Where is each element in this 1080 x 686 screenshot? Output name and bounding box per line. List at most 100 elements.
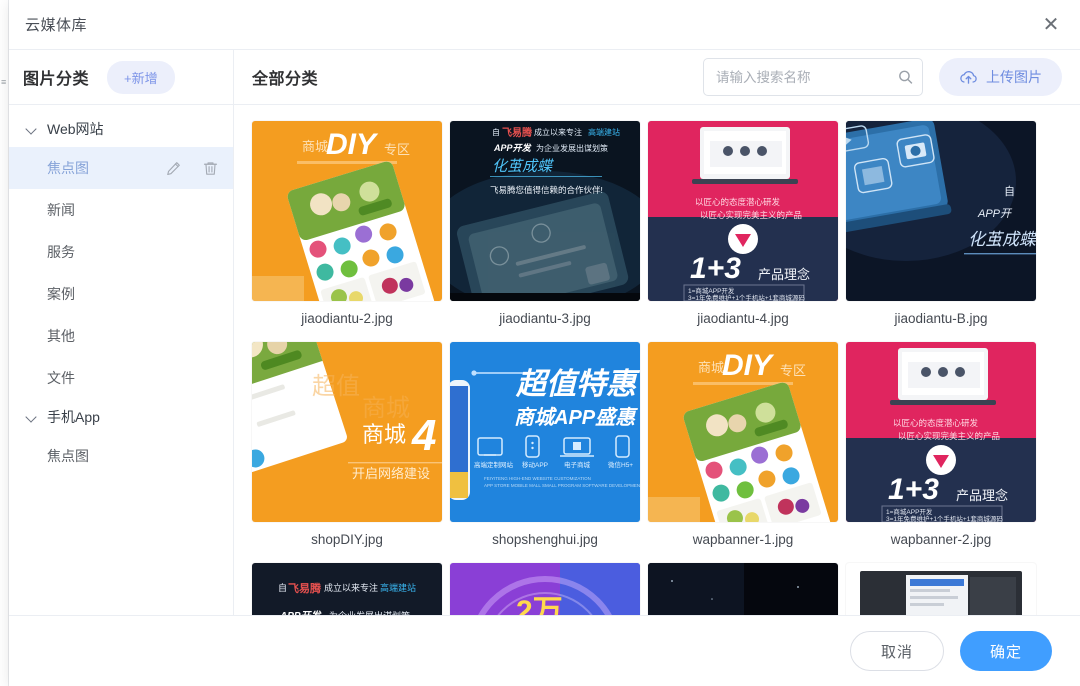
svg-text:以匠心的态度潜心研发: 以匠心的态度潜心研发 (893, 418, 979, 428)
svg-text:专区: 专区 (384, 142, 410, 157)
image-grid-item[interactable]: 2万拥有自己想要的定制化商城APP(安卓+IOS) (450, 563, 640, 615)
svg-text:自: 自 (1004, 185, 1015, 198)
image-grid-item[interactable]: 飞易腾HIGH END WEBSITE CUSTOMIZATION飞易腾 (648, 563, 838, 615)
sidebar-item-0-0[interactable]: 焦点图 (9, 147, 233, 189)
sidebar-item-0-2[interactable]: 服务 (9, 231, 233, 273)
svg-text:专区: 专区 (780, 363, 806, 378)
sidebar-item-label: 案例 (47, 286, 75, 302)
image-thumbnail[interactable]: 以匠心的态度潜心研发 以匠心实现完美主义的产品 1+3 产品理念 1=商城APP开发 3=… (846, 342, 1036, 522)
image-grid-item[interactable]: 商城 DIY 专区 jiaodiantu-2.jpg (252, 121, 442, 338)
sidebar-item-label: 焦点图 (47, 448, 89, 464)
image-filename: wapbanner-2.jpg (890, 532, 992, 547)
image-filename: shopDIY.jpg (311, 532, 383, 547)
svg-text:高端定制网站: 高端定制网站 (474, 460, 514, 469)
svg-text:商城APP盛惠: 商城APP盛惠 (514, 406, 638, 429)
svg-text:APP开发: APP开发 (279, 610, 323, 615)
svg-text:，为企业发展出谋划策: ，为企业发展出谋划策 (528, 143, 608, 153)
image-grid-item[interactable]: 自 APP开 化茧成蝶 jiaodiantu-B.jpg (846, 121, 1036, 338)
svg-text:成立以来专注: 成立以来专注 (324, 582, 378, 593)
image-thumbnail[interactable]: 以匠心的态度潜心研发 以匠心实现完美主义的产品 1+3 产品理念 1=商城APP开发 3=… (648, 121, 838, 301)
svg-text:1+3: 1+3 (888, 473, 939, 506)
svg-text:商城: 商城 (698, 360, 724, 375)
trash-delete-icon[interactable] (202, 160, 219, 177)
confirm-button[interactable]: 确定 (959, 631, 1052, 671)
backdrop-left-sliver: ≡ (0, 0, 9, 686)
svg-text:商城: 商城 (362, 395, 410, 422)
image-filename: jiaodiantu-B.jpg (894, 311, 988, 326)
svg-text:以匠心的态度潜心研发: 以匠心的态度潜心研发 (695, 197, 781, 207)
image-thumbnail[interactable]: 飞易腾高端定制 (846, 563, 1036, 615)
image-grid-item[interactable]: 商城 DIY 专区 wapbanner-1.jpg (648, 342, 838, 559)
image-thumbnail[interactable]: 自飞易腾成立以来专注高端建站APP开发，为企业发展出谋划策化茧成蝶飞易腾您值得信… (252, 563, 442, 615)
svg-text:4: 4 (411, 411, 436, 460)
svg-text:自: 自 (278, 582, 287, 593)
dialog-title: 云媒体库 (25, 17, 88, 34)
image-grid-item[interactable]: 超值特惠 商城APP盛惠 高端定制网站 移动APP 电子商城 微信H5+ FEIYITENG… (450, 342, 640, 559)
category-group-1[interactable]: 手机App (9, 399, 233, 435)
image-thumbnail[interactable]: 超值特惠 商城APP盛惠 高端定制网站 移动APP 电子商城 微信H5+ FEIYITENG… (450, 342, 640, 522)
content-header: 全部分类 上 (234, 50, 1080, 105)
image-grid-scroll[interactable]: 商城 DIY 专区 jiaodiantu-2.jpg 自飞易腾 成立以来专注 高端建站 APP… (234, 105, 1080, 615)
close-icon[interactable]: ✕ (1036, 10, 1066, 40)
svg-text:微信H5+: 微信H5+ (608, 460, 633, 469)
svg-text:以匠心实现完美主义的产品: 以匠心实现完美主义的产品 (700, 210, 802, 220)
svg-text:开启网络建设: 开启网络建设 (352, 466, 430, 481)
svg-text:APP开发: APP开发 (493, 143, 532, 153)
content-title: 全部分类 (252, 71, 319, 88)
image-filename: shopshenghui.jpg (492, 532, 598, 547)
sidebar-item-0-1[interactable]: 新闻 (9, 189, 233, 231)
svg-text:产品理念: 产品理念 (956, 488, 1008, 503)
image-grid-item[interactable]: 自飞易腾成立以来专注高端建站APP开发，为企业发展出谋划策化茧成蝶飞易腾您值得信… (252, 563, 442, 615)
svg-text:移动APP: 移动APP (522, 460, 548, 469)
add-category-button[interactable]: +新增 (107, 60, 175, 94)
search-icon[interactable] (897, 69, 914, 86)
sidebar-item-1-0[interactable]: 焦点图 (9, 435, 233, 477)
svg-text:以匠心实现完美主义的产品: 以匠心实现完美主义的产品 (898, 431, 1000, 441)
svg-text:飞易腾: 飞易腾 (288, 581, 322, 595)
category-group-0[interactable]: Web网站 (9, 111, 233, 147)
upload-image-button[interactable]: 上传图片 (939, 58, 1062, 96)
svg-text:超值特惠: 超值特惠 (515, 368, 640, 401)
dialog-body: 图片分类 +新增 Web网站 焦点图 新闻 服务 案例 其他 文件 手机App 焦点图 全部分类 (9, 50, 1080, 615)
sidebar-item-actions (165, 160, 219, 177)
image-thumbnail[interactable]: 自飞易腾成立以来专注高端建站APP开发，为企业发展出谋划策化茧成蝶飞易腾您值得信… (450, 121, 640, 301)
upload-image-label: 上传图片 (986, 69, 1042, 85)
sidebar-item-0-5[interactable]: 文件 (9, 357, 233, 399)
svg-text:1=商城APP开发: 1=商城APP开发 (688, 286, 735, 295)
svg-text:飞易腾: 飞易腾 (502, 126, 533, 139)
image-grid-item[interactable]: 飞易腾高端定制 (846, 563, 1036, 615)
svg-text:超值: 超值 (312, 373, 360, 400)
image-grid: 商城 DIY 专区 jiaodiantu-2.jpg 自飞易腾 成立以来专注 高端建站 APP… (252, 121, 1062, 615)
svg-text:3=1年免费维护+1个手机站+1套商城源码: 3=1年免费维护+1个手机站+1套商城源码 (688, 293, 805, 301)
category-group-label: 手机App (47, 409, 100, 425)
svg-text:高端建站: 高端建站 (380, 582, 416, 593)
svg-text:电子商城: 电子商城 (564, 460, 591, 469)
dialog-header: 云媒体库 ✕ (9, 0, 1080, 50)
svg-text:产品理念: 产品理念 (758, 267, 810, 282)
image-filename: jiaodiantu-4.jpg (697, 311, 789, 326)
edit-pencil-icon[interactable] (165, 160, 182, 177)
image-thumbnail[interactable]: 商城 DIY 专区 (648, 342, 838, 522)
image-thumbnail[interactable]: 自 APP开 化茧成蝶 (846, 121, 1036, 301)
svg-text:化茧成蝶: 化茧成蝶 (492, 158, 554, 175)
search-box (703, 58, 923, 96)
image-thumbnail[interactable]: 飞易腾HIGH END WEBSITE CUSTOMIZATION飞易腾 (648, 563, 838, 615)
image-grid-item[interactable]: 以匠心的态度潜心研发 以匠心实现完美主义的产品 1+3 产品理念 1=商城APP开发 3=… (846, 342, 1036, 559)
sidebar-item-0-4[interactable]: 其他 (9, 315, 233, 357)
search-input[interactable] (703, 58, 923, 96)
image-grid-item[interactable]: 自飞易腾成立以来专注高端建站APP开发，为企业发展出谋划策化茧成蝶飞易腾您值得信… (450, 121, 640, 338)
svg-text:DIY: DIY (722, 349, 775, 382)
content-pane: 全部分类 上 (234, 50, 1080, 615)
image-grid-item[interactable]: 以匠心的态度潜心研发 以匠心实现完美主义的产品 1+3 产品理念 1=商城APP开发 3=… (648, 121, 838, 338)
sidebar-item-label: 服务 (47, 244, 75, 260)
media-library-dialog: 云媒体库 ✕ 图片分类 +新增 Web网站 焦点图 新闻 服务 案例 其他 文件 手机App 焦… (9, 0, 1080, 686)
image-grid-item[interactable]: 超值 商城 商城 4 开启网络建设 shopDIY.jpg (252, 342, 442, 559)
image-thumbnail[interactable]: 超值 商城 商城 4 开启网络建设 (252, 342, 442, 522)
svg-text:APP STORE MOBILE MALL SMALL PR: APP STORE MOBILE MALL SMALL PROGRAM SOFT… (484, 483, 640, 488)
image-thumbnail[interactable]: 商城 DIY 专区 (252, 121, 442, 301)
cancel-button[interactable]: 取消 (849, 631, 944, 671)
image-thumbnail[interactable]: 2万拥有自己想要的定制化商城APP(安卓+IOS) (450, 563, 640, 615)
sidebar-item-0-3[interactable]: 案例 (9, 273, 233, 315)
sidebar-item-label: 焦点图 (47, 160, 89, 176)
chevron-down-icon (25, 122, 39, 136)
